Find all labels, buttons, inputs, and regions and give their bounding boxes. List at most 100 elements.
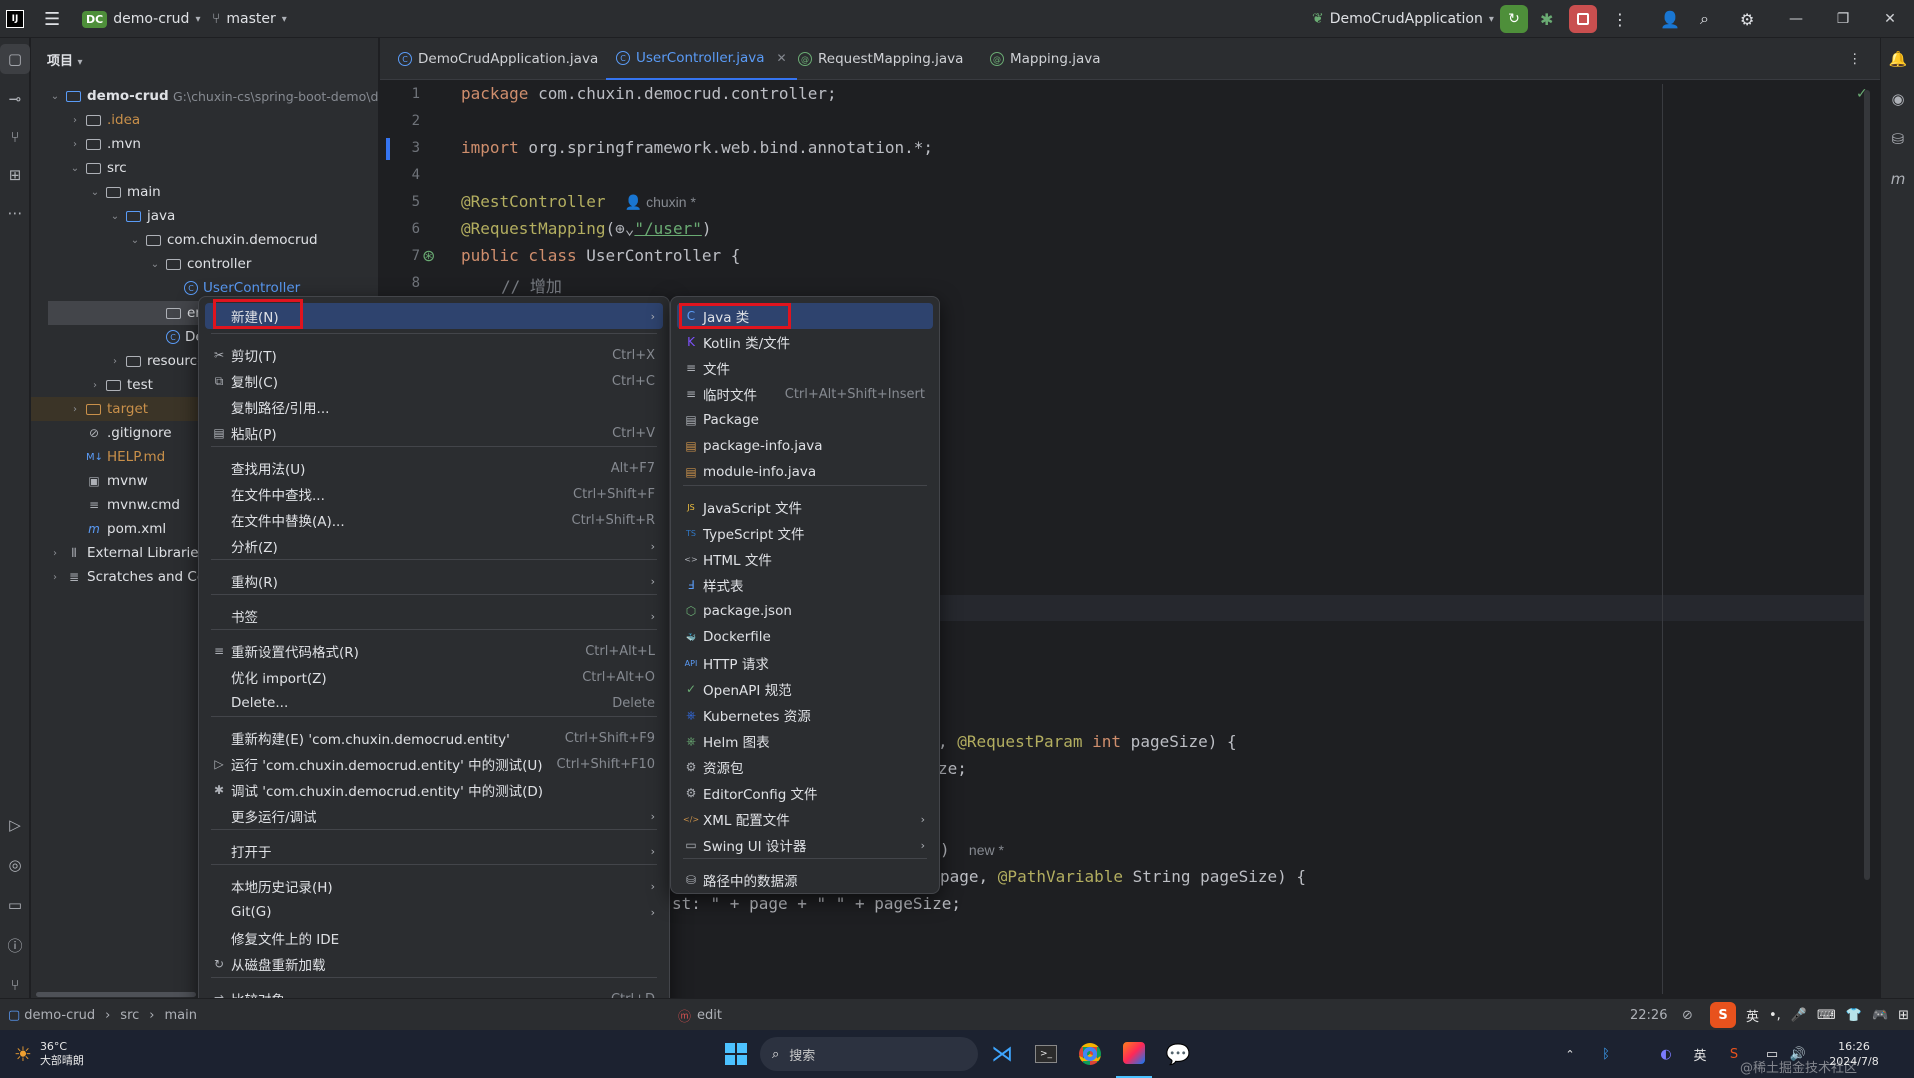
context-menu-item[interactable]: 重新构建(E) 'com.chuxin.democrud.entity' Ctrl… [205,725,663,751]
context-menu-item[interactable]: 分析(Z) › [205,533,663,559]
settings-gear-icon[interactable]: ⚙ [1740,0,1754,38]
branch-switcher[interactable]: ⑂ master ▾ [212,0,287,38]
git-icon[interactable]: ⑂ [0,970,30,1000]
new-submenu-item[interactable]: ⎈ Kubernetes 资源 [677,702,933,728]
new-submenu-item[interactable]: <> HTML 文件 [677,546,933,572]
tree-item[interactable]: m pom.xml [86,517,166,541]
tree-item[interactable]: › .idea [68,108,140,132]
globe-icon[interactable]: ⊕⌄ [615,219,634,238]
intellij-app-icon[interactable] [1116,1030,1152,1078]
tree-item[interactable]: › ≣ Scratches and Co [48,565,205,589]
context-menu-item[interactable]: ✂ 剪切(T) Ctrl+X [205,342,663,368]
terminal-app-icon[interactable]: >_ [1028,1030,1064,1078]
tab-options-icon[interactable]: ⋮ [1838,38,1872,80]
new-submenu-item[interactable]: K Kotlin 类/文件 [677,329,933,355]
close-window-button[interactable]: ✕ [1867,0,1913,38]
new-submenu-item[interactable]: ⬡ package.json [677,598,933,624]
new-submenu-item[interactable]: ⛁ 路径中的数据源 [677,867,933,893]
vscode-icon[interactable]: ⋊ [984,1030,1020,1078]
context-menu-item[interactable]: 复制路径/引用... [205,394,663,420]
tree-item[interactable]: ⌄ com.chuxin.democrud [128,228,318,252]
new-submenu-item[interactable]: ▤ package-info.java [677,433,933,459]
new-submenu-item[interactable]: API HTTP 请求 [677,650,933,676]
tree-item[interactable]: ⌄ main [88,180,161,204]
tree-root[interactable]: ⌄ demo-crud G:\chuxin-cs\spring-boot-demo… [48,84,379,108]
method-breadcrumb[interactable]: ⓜ edit [678,999,722,1031]
context-menu-item[interactable]: 在文件中替换(A)... Ctrl+Shift+R [205,507,663,533]
tree-item[interactable]: › resource [108,349,205,373]
new-submenu-item[interactable]: JS JavaScript 文件 [677,494,933,520]
database-icon[interactable]: ⛁ [1883,124,1913,154]
chrome-icon[interactable] [1072,1030,1108,1078]
context-menu-item[interactable]: 修复文件上的 IDE [205,925,663,951]
tree-item[interactable]: › target [68,397,148,421]
tree-item[interactable]: ⌄ src [68,156,127,180]
tree-item[interactable]: ▣ mvnw [86,469,147,493]
new-submenu-item[interactable]: Ⅎ 样式表 [677,572,933,598]
context-menu-item[interactable]: 打开于 › [205,838,663,864]
tree-item[interactable]: M↓ HELP.md [86,445,165,469]
context-menu-item[interactable]: 更多运行/调试 › [205,803,663,829]
tray-expand-icon[interactable]: ⌃ [1560,1030,1580,1078]
new-submenu-item[interactable]: ⚙ EditorConfig 文件 [677,780,933,806]
new-submenu-item[interactable]: ▤ module-info.java [677,459,933,485]
context-menu-item[interactable]: 重构(R) › [205,568,663,594]
horizontal-scrollbar[interactable] [36,992,196,997]
taskbar-search-box[interactable]: ⌕ 搜索 [760,1037,978,1071]
new-submenu-item[interactable]: ⎈ Helm 图表 [677,728,933,754]
context-menu-item[interactable]: 书签 › [205,603,663,629]
windows-start-icon[interactable] [718,1030,754,1078]
context-menu-item[interactable]: 本地历史记录(H) › [205,873,663,899]
tree-item[interactable]: ⊘ .gitignore [86,421,172,445]
breadcrumb-item[interactable]: src [120,1008,139,1023]
breadcrumb-item[interactable]: demo-crud [24,1008,95,1023]
minimize-button[interactable]: — [1773,0,1819,38]
search-icon[interactable]: ⌕ [1700,0,1709,38]
intellij-logo[interactable]: IJ [6,0,24,38]
close-tab-icon[interactable]: ✕ [777,51,787,65]
services-icon[interactable]: ◎ [0,850,30,880]
weather-widget[interactable]: ☀ 36°C 大部晴朗 [14,1030,84,1078]
more-actions-icon[interactable]: ⋮ [1612,0,1628,38]
tree-item[interactable]: ⌄ java [108,204,176,228]
tab-requestmapping[interactable]: @ RequestMapping.java [788,38,973,80]
tab-usercontroller[interactable]: C UserController.java ✕ [606,38,797,80]
run-config-selector[interactable]: ❦ DemoCrudApplication ▾ [1312,0,1494,38]
tab-mapping[interactable]: @ Mapping.java [980,38,1111,80]
terminal-icon[interactable]: ▭ [0,890,30,920]
wechat-icon[interactable]: 💬 [1160,1030,1196,1078]
bluetooth-icon[interactable]: ᛒ [1596,1030,1616,1078]
tab-democrudapplication[interactable]: C DemoCrudApplication.java [388,38,608,80]
project-panel-header[interactable]: 项目 ▾ [47,50,83,69]
rerun-button[interactable]: ↻ [1500,0,1528,38]
tree-item[interactable]: › .mvn [68,132,141,156]
pull-requests-icon[interactable]: ⑂ [0,122,30,152]
run-icon[interactable]: ▷ [0,810,30,840]
ime-toolbar[interactable]: S 英 •, 🎤 ⌨ 👕 🎮 ⊞ [1710,999,1914,1031]
restore-button[interactable]: ❐ [1820,0,1866,38]
commit-tool-icon[interactable]: ⊸ [0,84,30,114]
new-submenu-item[interactable]: ▭ Swing UI 设计器 › [677,832,933,858]
add-user-icon[interactable]: 👤 [1660,0,1680,38]
vertical-scrollbar[interactable] [1864,90,1870,880]
context-menu-item[interactable]: ⧉ 复制(C) Ctrl+C [205,368,663,394]
ai-assistant-icon[interactable]: ◉ [1883,84,1913,114]
spring-bean-gutter-icon[interactable]: ⊛ [422,246,435,265]
new-submenu-item[interactable]: </> XML 配置文件 › [677,806,933,832]
context-menu-item[interactable]: ▤ 粘贴(P) Ctrl+V [205,420,663,446]
read-only-toggle-icon[interactable]: ⊘ [1682,999,1693,1031]
stop-button[interactable] [1569,0,1597,38]
main-menu-icon[interactable]: ☰ [44,0,60,38]
breadcrumb-item[interactable]: main [164,1008,196,1023]
new-submenu-item[interactable]: ≡ 临时文件 Ctrl+Alt+Shift+Insert [677,381,933,407]
project-tool-icon[interactable]: ▢ [0,44,30,74]
context-menu-item[interactable]: 在文件中查找... Ctrl+Shift+F [205,481,663,507]
new-submenu-item[interactable]: ▤ Package [677,407,933,433]
tray-ime-indicator[interactable]: 英 [1690,1030,1710,1078]
maven-icon[interactable]: m [1883,164,1913,194]
tree-item[interactable]: › ⫴ External Libraries [48,541,206,565]
tree-item[interactable]: ⌄ controller [148,252,252,276]
new-submenu-item[interactable]: ⚙ 资源包 [677,754,933,780]
caret-position[interactable]: 22:26 [1630,999,1667,1031]
project-switcher[interactable]: DC demo-crud ▾ [82,0,200,38]
